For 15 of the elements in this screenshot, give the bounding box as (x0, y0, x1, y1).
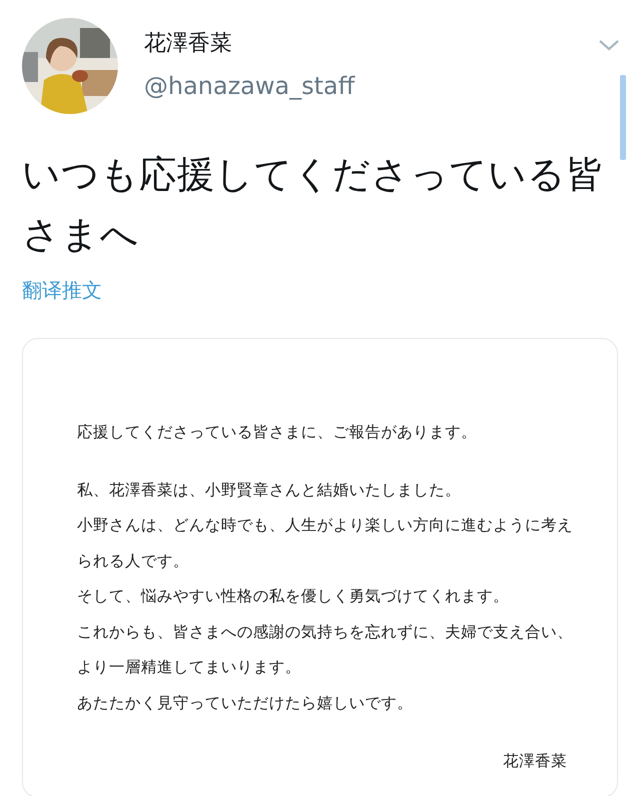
letter-line: そして、悩みやすい性格の私を優しく勇気づけてくれます。 (77, 586, 509, 607)
user-name[interactable]: 花澤香菜 (144, 28, 355, 60)
letter-line: られる人です。 (77, 550, 189, 572)
letter-line: 小野さんは、どんな時でも、人生がより楽しい方向に進むように考え (77, 515, 573, 536)
chevron-down-icon[interactable] (598, 38, 620, 52)
letter-line: 私、花澤香菜は、小野賢章さんと結婚いたしました。 (77, 480, 461, 500)
letter-signature: 花澤香菜 (503, 752, 567, 770)
user-handle[interactable]: @hanazawa_staff (144, 70, 355, 102)
letter-card[interactable]: 応援してくださっている皆さまに、ご報告があります。 私、花澤香菜は、小野賢章さんと結婚いたしました。 小野さんは、どんな時でも、人生がより楽しい方向に進むように考え られる人です。 そして、悩みやすい性格の私を優しく勇気づけてくれます。 これからも、皆さまへの感謝の気持ちを忘れずに、夫婦で支え合い、 より一層精進してまいります。 あたたかく見守っていただけたら嬉しいです。 花澤香菜 (22, 338, 618, 796)
letter-line: これからも、皆さまへの感謝の気持ちを忘れずに、夫婦で支え合い、 (77, 622, 573, 642)
letter-line: より一層精進してまいります。 (77, 657, 301, 678)
letter-line: 応援してくださっている皆さまに、ご報告があります。 (77, 422, 477, 443)
tweet-text: いつも応援してくださっている皆さまへ (22, 151, 605, 258)
scrollbar[interactable] (620, 75, 626, 160)
letter-line: あたたかく見守っていただけたら嬉しいです。 (77, 692, 413, 714)
